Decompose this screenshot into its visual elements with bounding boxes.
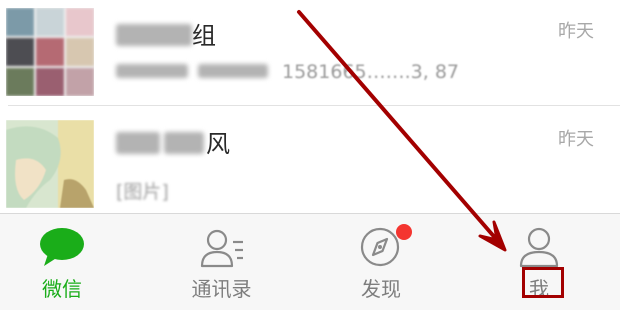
- tab-label: 通讯录: [191, 277, 252, 301]
- chat-time: 昨天: [558, 21, 594, 42]
- image-tag: [图片]: [116, 181, 169, 203]
- row-divider: [8, 105, 620, 106]
- chat-list: 组 1581665…….3, 87 昨天 风 [图片] 昨天: [0, 0, 620, 213]
- tab-contacts[interactable]: 通讯录: [155, 214, 310, 310]
- chat-row[interactable]: 组 1581665…….3, 87 昨天: [0, 0, 620, 106]
- redacted-name: [116, 132, 160, 154]
- redacted-name: [164, 132, 204, 154]
- chat-name: 组: [192, 22, 216, 50]
- tab-discover[interactable]: 发现: [310, 214, 465, 310]
- contact-avatar: [6, 120, 94, 208]
- notification-badge: [396, 224, 412, 240]
- group-avatar: [6, 8, 94, 96]
- chat-name: 风: [206, 130, 230, 158]
- tab-label: 微信: [42, 277, 82, 301]
- chat-bubble-icon: [40, 228, 84, 266]
- chat-row[interactable]: 风 [图片] 昨天: [0, 108, 620, 213]
- tab-wechat[interactable]: 微信: [0, 214, 155, 310]
- annotation-highlight-box: [522, 267, 564, 298]
- message-preview: 1581665…….3, 87: [282, 61, 460, 83]
- redacted-preview: [116, 64, 188, 78]
- chat-time: 昨天: [558, 129, 594, 150]
- profile-icon: [519, 227, 559, 268]
- redacted-name: [116, 24, 192, 46]
- tab-label: 发现: [361, 277, 401, 301]
- redacted-preview: [198, 64, 268, 78]
- contacts-icon: [200, 229, 243, 268]
